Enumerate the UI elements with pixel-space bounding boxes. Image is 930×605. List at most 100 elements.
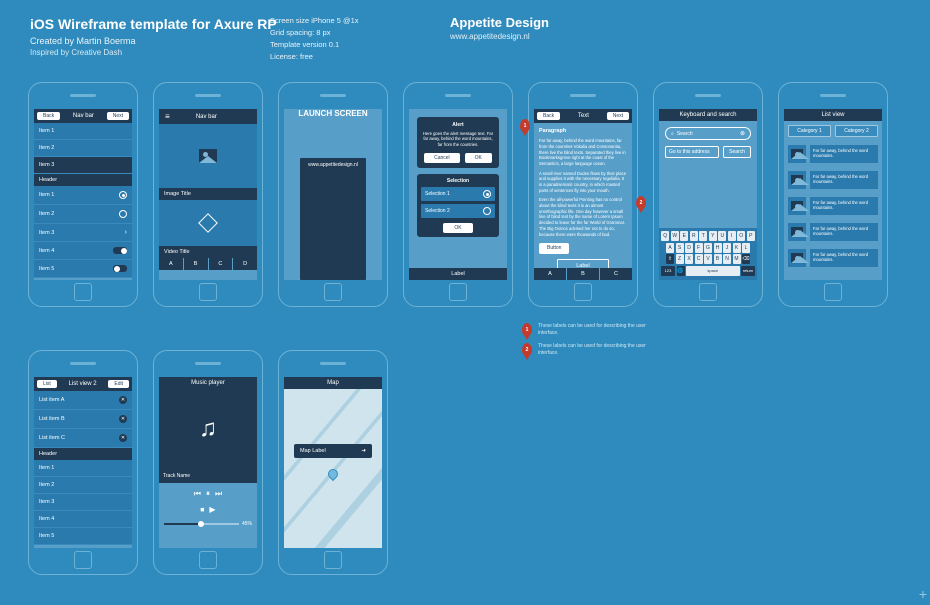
address-input[interactable]: Go to this address <box>665 146 719 158</box>
radio-on-icon[interactable] <box>119 191 127 199</box>
next-button[interactable]: ⏭ <box>215 489 222 499</box>
edit-button[interactable]: Edit <box>108 380 129 388</box>
key[interactable]: B <box>714 254 722 264</box>
next-button[interactable]: Next <box>107 112 129 120</box>
list-item[interactable]: Item 2 <box>34 477 132 494</box>
ok-button[interactable]: OK <box>443 223 473 233</box>
clear-icon[interactable]: ⊗ <box>740 130 745 137</box>
globe-key[interactable]: 🌐 <box>677 266 685 276</box>
key[interactable]: H <box>714 243 722 253</box>
key[interactable]: P <box>747 231 755 241</box>
map-label-bar[interactable]: Map Label ➜ <box>294 444 372 458</box>
key[interactable]: G <box>704 243 712 253</box>
key[interactable]: K <box>733 243 741 253</box>
key[interactable]: Y <box>709 231 717 241</box>
close-icon[interactable]: ✕ <box>119 434 127 442</box>
key[interactable]: L <box>742 243 750 253</box>
list-item[interactable]: Item 5 <box>34 260 132 278</box>
key[interactable]: X <box>685 254 693 264</box>
list-item[interactable]: Far far away, behind the word mountains. <box>784 219 882 245</box>
num-key[interactable]: 123 <box>661 266 675 276</box>
selection-card: Selection Selection 1 Selection 2 OK <box>417 174 499 237</box>
list-item[interactable]: Item 1 <box>34 460 132 477</box>
key[interactable]: A <box>666 243 674 253</box>
list-item[interactable]: Item 2 <box>34 205 132 224</box>
key[interactable]: E <box>680 231 688 241</box>
key[interactable]: O <box>737 231 745 241</box>
toggle-on-icon[interactable] <box>113 247 127 254</box>
progress-bar[interactable]: 45% <box>159 521 257 527</box>
key[interactable]: T <box>699 231 707 241</box>
search-button[interactable]: Search <box>723 146 751 158</box>
shift-key[interactable]: ⇧ <box>666 254 674 264</box>
list-item[interactable]: Far far away, behind the word mountains. <box>784 141 882 167</box>
tab[interactable]: Category 1 <box>788 125 831 137</box>
delete-key[interactable]: ⌫ <box>742 254 750 264</box>
list-item[interactable]: Far far away, behind the word mountains. <box>784 245 882 271</box>
key[interactable]: R <box>690 231 698 241</box>
close-icon[interactable]: ✕ <box>119 415 127 423</box>
key[interactable]: I <box>728 231 736 241</box>
selection-option[interactable]: Selection 2 <box>421 204 495 218</box>
list-item[interactable]: List item B✕ <box>34 410 132 429</box>
back-button[interactable]: Back <box>537 112 560 120</box>
list-item[interactable]: Item 1 <box>34 186 132 205</box>
key[interactable]: F <box>695 243 703 253</box>
list-item-selected[interactable]: Item 3 <box>34 157 132 174</box>
chevron-right-icon: › <box>125 229 127 236</box>
list-item[interactable]: Item 2 <box>34 140 132 157</box>
menu-icon[interactable]: ≡ <box>162 112 173 121</box>
list-item[interactable]: List item A✕ <box>34 391 132 410</box>
key[interactable]: Q <box>661 231 669 241</box>
image-icon <box>791 175 803 185</box>
key[interactable]: J <box>723 243 731 253</box>
list-item[interactable]: Item 1 <box>34 123 132 140</box>
key[interactable]: Z <box>676 254 684 264</box>
marker-note-1-icon: 1 <box>522 323 532 336</box>
button[interactable]: Button <box>539 243 569 254</box>
selection-option[interactable]: Selection 1 <box>421 187 495 201</box>
space-key[interactable]: space <box>686 266 740 276</box>
keyboard[interactable]: QWERTYUIOP ASDFGHJKL ⇧ZXCVBNM⌫ 123 🌐 spa… <box>659 228 757 280</box>
scrubber-icon[interactable] <box>198 521 204 527</box>
list-item[interactable]: Item 4 <box>34 242 132 260</box>
cancel-button[interactable]: Cancel <box>424 153 460 163</box>
return-key[interactable]: return <box>741 266 755 276</box>
list-item[interactable]: Item 3› <box>34 224 132 242</box>
segmented-control[interactable]: ABC <box>534 268 632 280</box>
toggle-off-icon[interactable] <box>113 265 127 272</box>
list-item[interactable]: Item 5 <box>34 528 132 545</box>
key[interactable]: M <box>733 254 741 264</box>
category-tabs[interactable]: Category 1 Category 2 <box>784 121 882 141</box>
key[interactable]: U <box>718 231 726 241</box>
radio-off-icon[interactable] <box>119 210 127 218</box>
list-button[interactable]: List <box>37 380 57 388</box>
image-title-label: Image Title <box>159 188 257 200</box>
arrow-right-icon: ➜ <box>361 448 366 454</box>
next-button[interactable]: Next <box>607 112 629 120</box>
back-button[interactable]: Back <box>37 112 60 120</box>
play2-button[interactable]: ▶ <box>209 505 215 515</box>
marker-2-icon: 2 <box>636 196 646 209</box>
list-item[interactable]: List item C✕ <box>34 429 132 448</box>
search-input[interactable]: Search ⊗ <box>665 127 751 140</box>
list-item[interactable]: Far far away, behind the word mountains. <box>784 167 882 193</box>
key[interactable]: W <box>671 231 679 241</box>
prev-button[interactable]: ⏮ <box>194 489 201 499</box>
list-item[interactable]: Far far away, behind the word mountains. <box>784 193 882 219</box>
play-button[interactable]: ⏸ <box>206 489 210 499</box>
map-view[interactable]: Map Label ➜ <box>284 389 382 548</box>
ok-button[interactable]: OK <box>465 153 492 163</box>
list-item[interactable]: Item 4 <box>34 511 132 528</box>
nav-title: Nav bar <box>60 113 107 119</box>
key[interactable]: C <box>695 254 703 264</box>
list-item[interactable]: Item 3 <box>34 494 132 511</box>
key[interactable]: S <box>676 243 684 253</box>
tab[interactable]: Category 2 <box>835 125 878 137</box>
close-icon[interactable]: ✕ <box>119 396 127 404</box>
key[interactable]: D <box>685 243 693 253</box>
segmented-control[interactable]: ABCD <box>159 258 257 270</box>
key[interactable]: N <box>723 254 731 264</box>
stop-button[interactable]: ⏹ <box>200 505 204 515</box>
key[interactable]: V <box>704 254 712 264</box>
